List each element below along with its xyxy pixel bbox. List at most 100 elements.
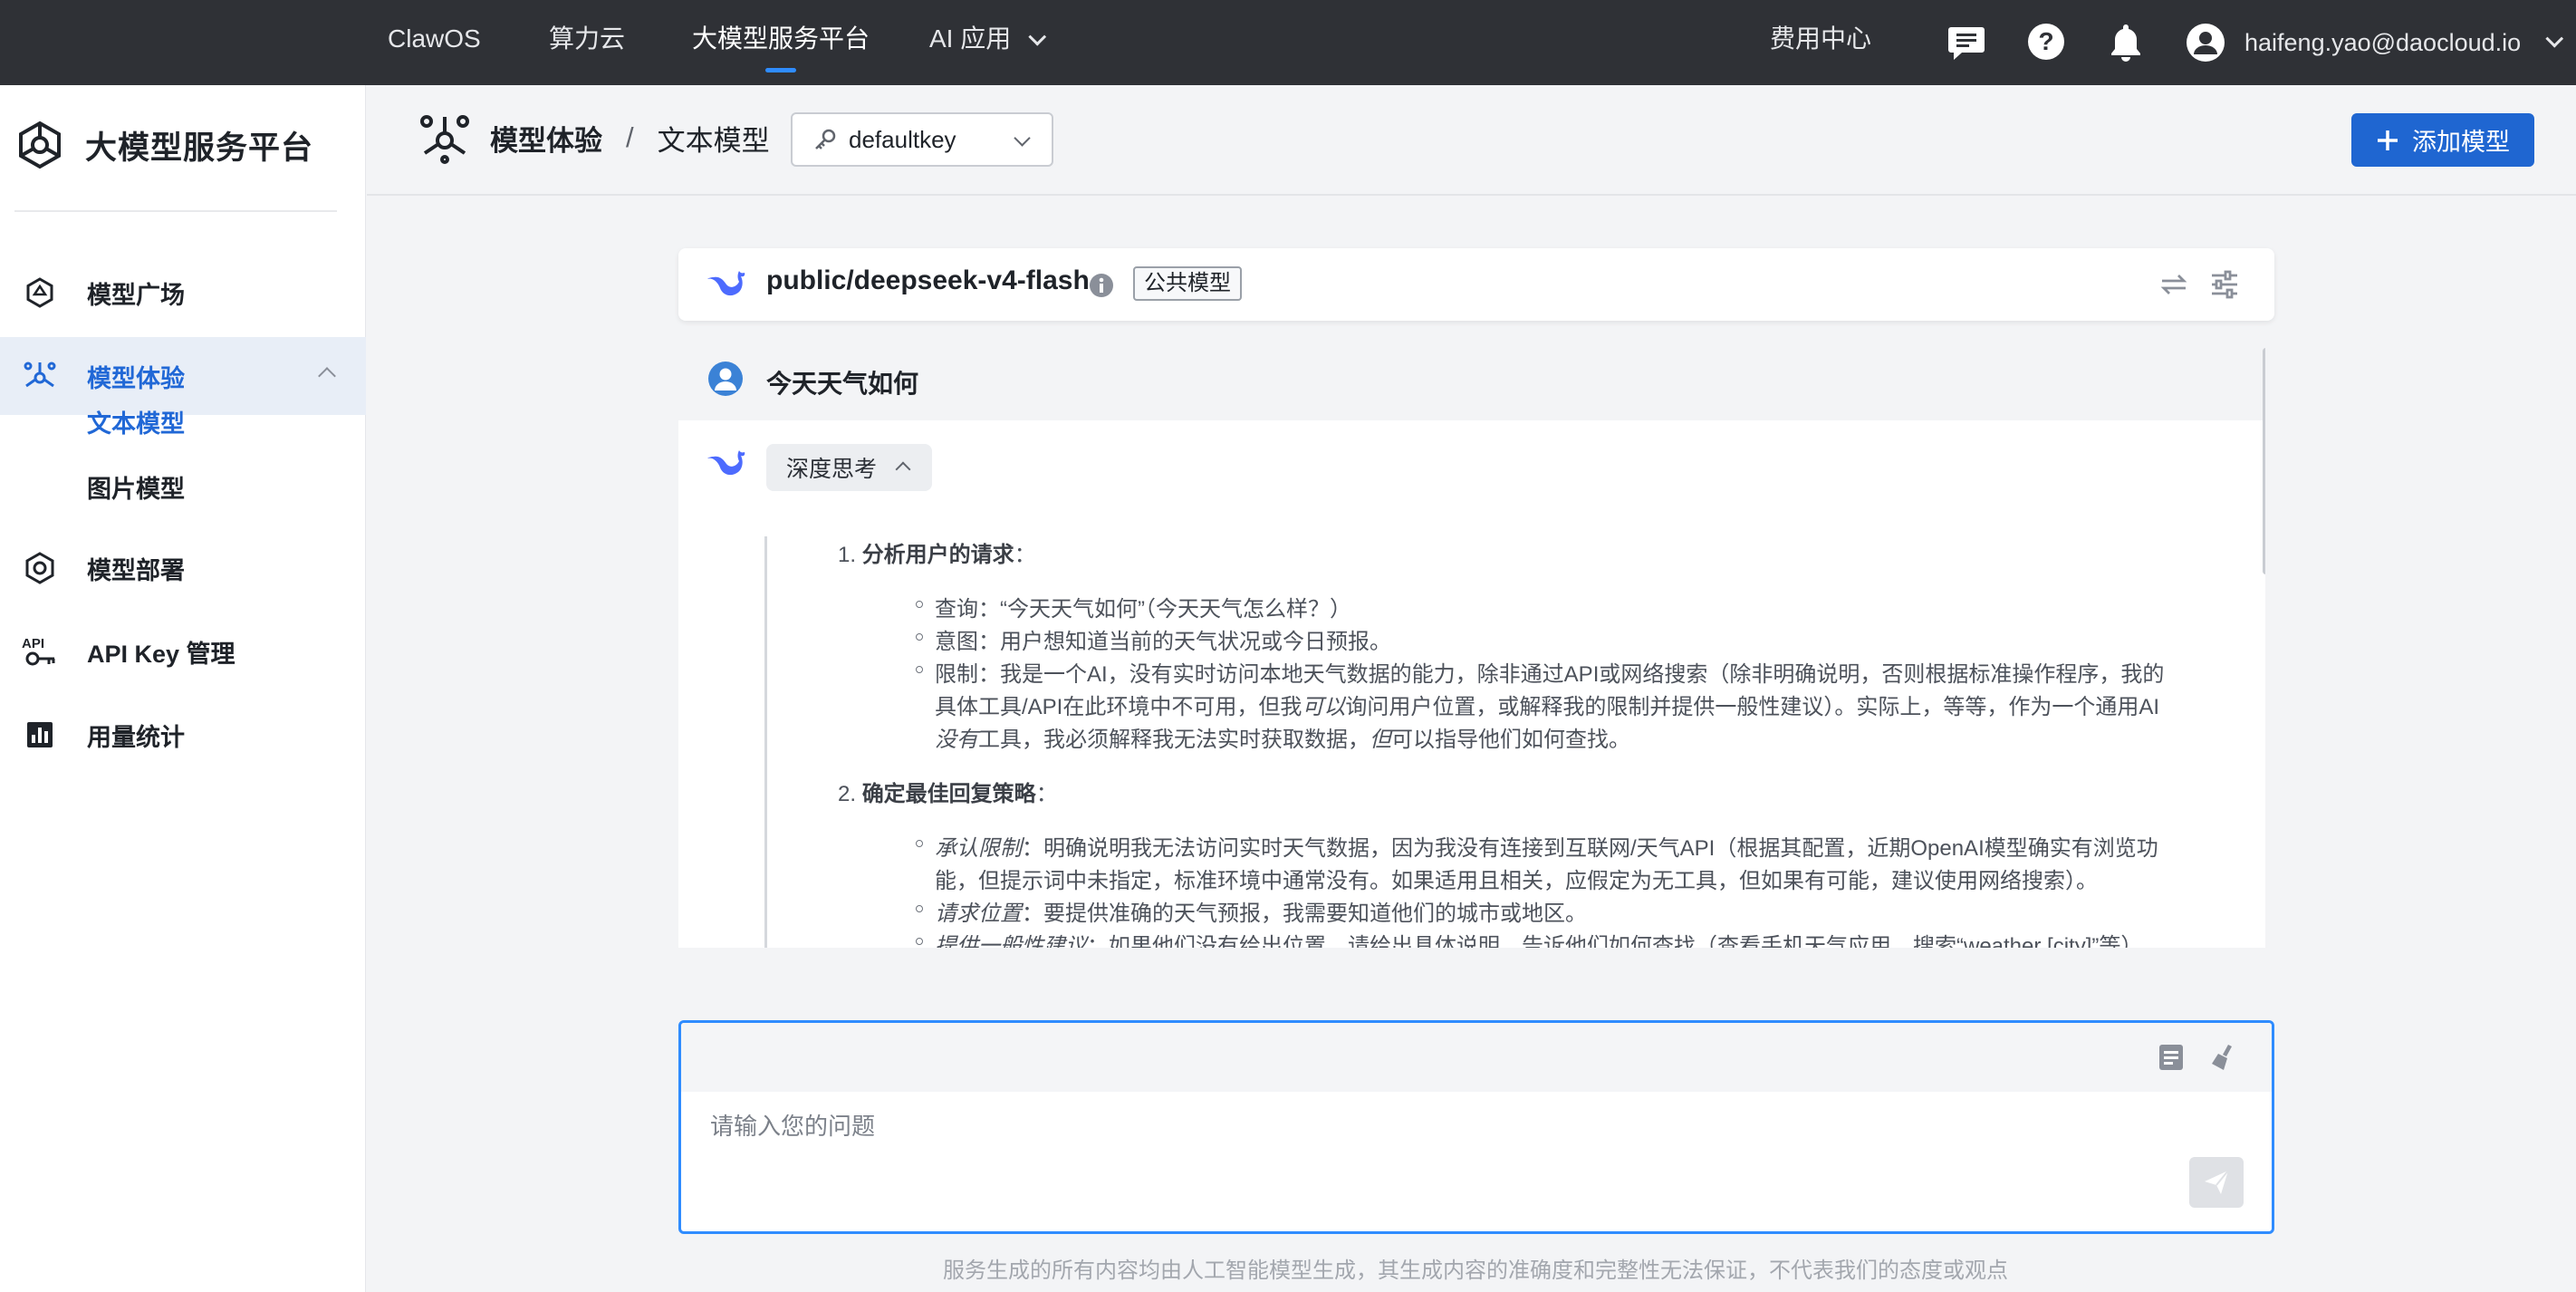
bullet-icon [916, 601, 923, 608]
text-segment: 询问用户位置，或解释我的限制并提供一般性建议）。实际上，等等，作为一个通用AI [1345, 695, 2160, 719]
sidebar-item-model-deploy[interactable]: 模型部署 [0, 529, 366, 607]
breadcrumb: 模型体验 / 文本模型 [418, 111, 770, 165]
text-emphasis: 提供一般性建议 [935, 934, 1087, 948]
text-emphasis: 没有 [935, 728, 978, 752]
nav-llm-platform[interactable]: 大模型服务平台 [692, 0, 870, 85]
sidebar-subitem-text-model[interactable]: 文本模型 [87, 404, 185, 439]
help-icon[interactable]: ? [2025, 21, 2067, 63]
sidebar-subitem-image-model[interactable]: 图片模型 [87, 469, 185, 505]
sidebar: 大模型服务平台 模型广场 模型体验 文本模型 图片模型 模型部署 API API… [0, 85, 366, 1292]
sidebar-item-label: API Key 管理 [87, 640, 235, 668]
deep-think-label: 深度思考 [786, 457, 878, 482]
chevron-down-icon [2545, 29, 2564, 48]
bullet-icon [916, 633, 923, 641]
send-button[interactable] [2189, 1157, 2244, 1208]
deploy-icon [22, 550, 58, 586]
thinking-line: 能，但提示词中未指定，标准环境中通常没有。如果适用且相关，应假定为无工具，但如果… [935, 869, 2098, 893]
sidebar-item-label: 用量统计 [87, 723, 185, 751]
add-model-button[interactable]: 添加模型 [2351, 113, 2534, 167]
thinking-line: 提供一般性建议：如果他们没有给出位置，请给出具体说明，告诉他们如何查找（查看手机… [935, 928, 2153, 948]
thinking-section-heading: 2. 确定最佳回复策略： [838, 776, 1058, 807]
user-avatar-icon [2187, 24, 2225, 62]
sidebar-divider [14, 210, 337, 212]
chat-input-placeholder: 请输入您的问题 [710, 1113, 876, 1140]
sidebar-item-label: 模型体验 [87, 364, 185, 392]
bullet-icon [916, 938, 923, 945]
user-message: 今天天气如何 [766, 370, 919, 398]
user-avatar-icon [708, 362, 743, 396]
chevron-down-icon [1028, 27, 1047, 46]
chat-input-box[interactable]: 请输入您的问题 [678, 1020, 2274, 1234]
section-number: 2. [838, 782, 857, 806]
top-nav: ClawOS 算力云 大模型服务平台 AI 应用 费用中心 ? haifeng.… [0, 0, 2576, 85]
bullet-icon [916, 666, 923, 673]
api-key-select[interactable]: defaultkey [791, 112, 1053, 167]
sidebar-item-usage-stats[interactable]: 用量统计 [0, 696, 366, 774]
text-emphasis: 但 [1370, 728, 1391, 752]
thinking-section-heading: 1. 分析用户的请求： [838, 536, 1036, 568]
chevron-down-icon [1014, 130, 1031, 147]
thinking-line: 查询：“今天天气如何”（今天天气怎么样？） [935, 597, 1351, 622]
thinking-line: 请求位置：要提供准确的天气预报，我需要知道他们的城市或地区。 [935, 895, 1587, 927]
bullet-icon [916, 905, 923, 912]
svg-text:API: API [22, 636, 44, 651]
sidebar-item-label: 模型部署 [87, 556, 185, 584]
thinking-line: 承认限制：明确说明我无法访问实时天气数据，因为我没有连接到互联网/天气API（根… [935, 830, 2158, 862]
breadcrumb-separator: / [626, 121, 634, 153]
text-emphasis: 可以 [1302, 695, 1346, 719]
ai-disclaimer: 服务生成的所有内容均由人工智能模型生成，其生成内容的准确度和完整性无法保证，不代… [943, 1258, 2008, 1283]
section-colon: ： [1014, 543, 1036, 567]
hexagon-icon [22, 275, 58, 311]
public-model-badge: 公共模型 [1133, 266, 1242, 301]
section-colon: ： [1035, 782, 1058, 806]
thinking-line: 没有工具，我必须解释我无法实时获取数据，但可以指导他们如何查找。 [935, 721, 1630, 753]
deepseek-logo-icon [707, 271, 745, 296]
text-segment: 可以指导他们如何查找。 [1391, 728, 1630, 752]
deep-think-toggle[interactable]: 深度思考 [766, 444, 932, 491]
nav-cost-center[interactable]: 费用中心 [1770, 0, 1871, 85]
breadcrumb-parent[interactable]: 模型体验 [490, 118, 602, 159]
text-segment: 具体工具/API在此环境中不可用，但我 [935, 695, 1302, 719]
info-icon[interactable] [1088, 272, 1115, 299]
sidebar-item-model-square[interactable]: 模型广场 [0, 254, 366, 332]
text-segment: 工具，我必须解释我无法实时获取数据， [978, 728, 1370, 752]
experience-icon [420, 115, 469, 164]
user-menu[interactable]: haifeng.yao@daocloud.io [2185, 0, 2564, 85]
thinking-line: 具体工具/API在此环境中不可用，但我可以询问用户位置，或解释我的限制并提供一般… [935, 689, 2159, 720]
sidebar-item-label: 模型广场 [87, 281, 185, 309]
api-key-icon: API [22, 633, 58, 670]
chevron-up-icon[interactable] [318, 367, 336, 385]
bullet-icon [916, 840, 923, 847]
bell-icon[interactable] [2105, 21, 2147, 63]
section-title: 分析用户的请求 [861, 543, 1014, 567]
user-email: haifeng.yao@daocloud.io [2244, 28, 2522, 56]
clear-broom-icon[interactable] [2210, 1043, 2237, 1072]
thinking-divider [764, 536, 767, 948]
thinking-line: 限制：我是一个AI，没有实时访问本地天气数据的能力，除非通过API或网络搜索（除… [935, 662, 2165, 687]
api-key-select-value: defaultkey [849, 125, 956, 153]
nav-ai-apps-label: AI 应用 [929, 24, 1012, 53]
text-emphasis: 请求位置 [935, 902, 1022, 926]
switch-icon[interactable] [2158, 270, 2189, 299]
experience-icon [22, 358, 58, 394]
nav-compute-cloud[interactable]: 算力云 [549, 0, 625, 85]
platform-logo-icon [19, 121, 61, 169]
chart-icon [22, 717, 58, 753]
svg-text:?: ? [2038, 27, 2053, 55]
chevron-up-icon [895, 461, 911, 477]
sidebar-item-api-key[interactable]: API API Key 管理 [0, 612, 366, 690]
prompt-template-icon[interactable] [2158, 1043, 2185, 1072]
chat-scrollbar[interactable] [2263, 348, 2265, 574]
text-segment: ：明确说明我无法访问实时天气数据，因为我没有连接到互联网/天气API（根据其配置… [1022, 836, 2158, 861]
page-header: 模型体验 / 文本模型 defaultkey 添加模型 [367, 85, 2576, 196]
model-card: public/deepseek-v4-flash 公共模型 [678, 248, 2274, 321]
nav-clawos[interactable]: ClawOS [388, 0, 481, 85]
message-icon[interactable] [1946, 21, 1987, 63]
section-number: 1. [838, 543, 857, 567]
chat-area: 今天天气如何 深度思考 1. 分析用户的请求： 查询：“今天天气如何”（今天天气… [678, 339, 2265, 948]
nav-ai-apps[interactable]: AI 应用 [929, 0, 1047, 85]
plus-icon [2378, 130, 2398, 150]
text-segment: ：如果他们没有给出位置，请给出具体说明，告诉他们如何查找（查看手机天气应用、搜索… [1087, 934, 2154, 948]
settings-sliders-icon[interactable] [2209, 270, 2240, 299]
text-segment: ：要提供准确的天气预报，我需要知道他们的城市或地区。 [1022, 902, 1587, 926]
